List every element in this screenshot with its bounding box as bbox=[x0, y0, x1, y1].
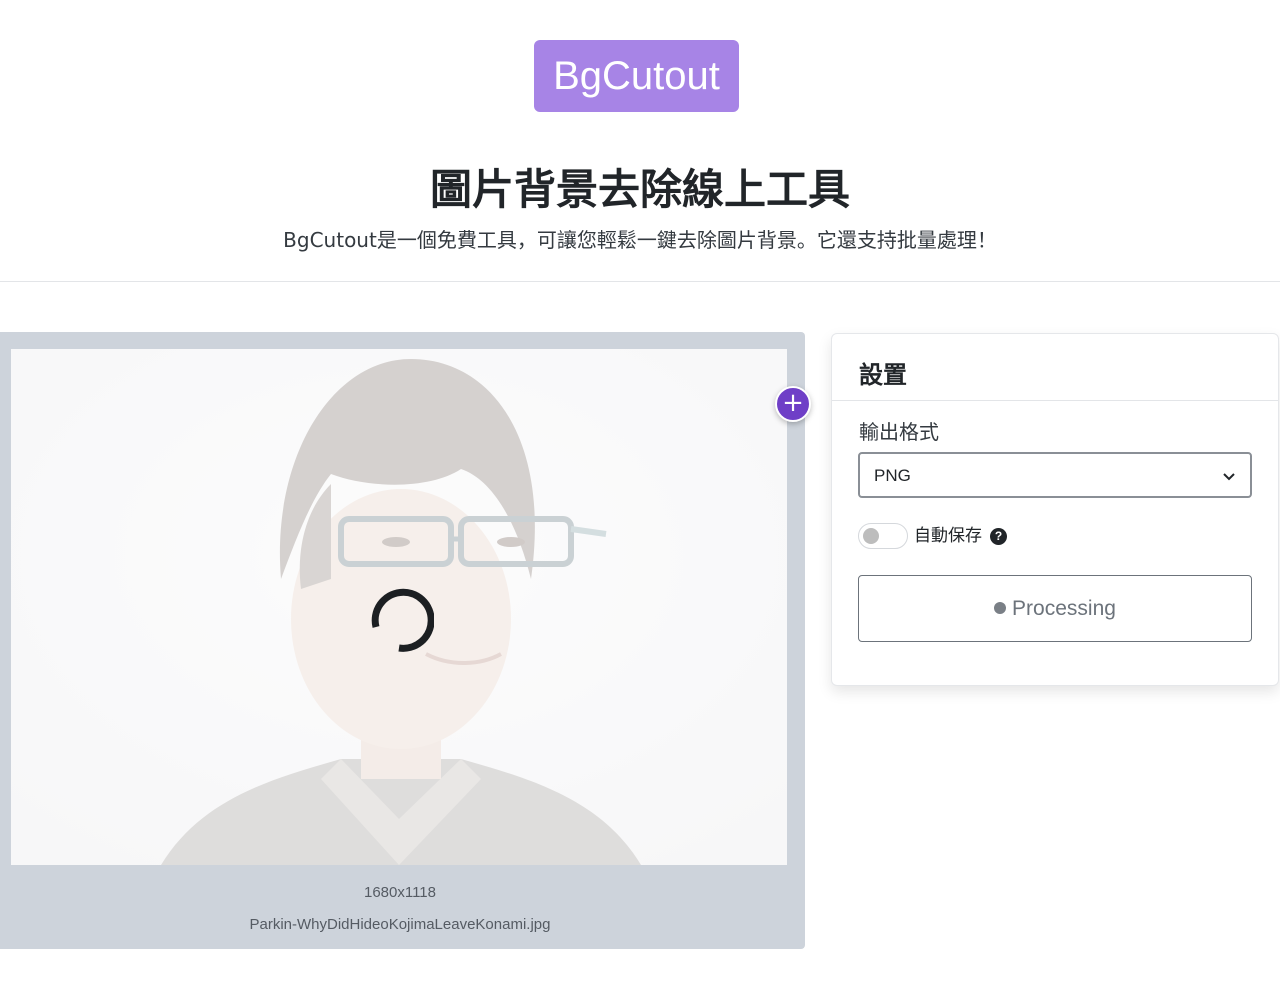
chevron-down-icon bbox=[1223, 473, 1235, 481]
page-header: BgCutout 圖片背景去除線上工具 BgCutout是一個免費工具，可讓您輕… bbox=[0, 0, 1280, 282]
loading-spinner-icon bbox=[371, 588, 434, 652]
output-format-value: PNG bbox=[874, 466, 911, 485]
toggle-knob bbox=[863, 528, 879, 544]
auto-save-toggle[interactable] bbox=[858, 523, 908, 549]
add-image-button[interactable]: + bbox=[775, 386, 811, 422]
settings-title: 設置 bbox=[859, 361, 907, 389]
settings-divider bbox=[832, 400, 1278, 401]
auto-save-label: 自動保存 bbox=[914, 526, 982, 546]
processing-dot-icon bbox=[994, 602, 1007, 614]
process-button-label: Processing bbox=[1012, 597, 1116, 620]
page-title: 圖片背景去除線上工具 bbox=[429, 165, 850, 214]
image-dimensions: 1680x1118 bbox=[363, 884, 436, 901]
page-subtitle: BgCutout是一個免費工具，可讓您輕鬆一鍵去除圖片背景。它還支持批量處理！ bbox=[283, 228, 997, 252]
output-format-select[interactable]: PNG bbox=[858, 452, 1252, 498]
image-preview-panel: 1680x1118 Parkin-WhyDidHideoKojimaLeaveK… bbox=[0, 332, 805, 949]
uploaded-image bbox=[11, 349, 787, 865]
settings-panel: 設置 輸出格式 PNG 自動保存 ? Processing bbox=[831, 333, 1279, 686]
output-format-label: 輸出格式 bbox=[859, 420, 939, 444]
process-button[interactable]: Processing bbox=[858, 575, 1252, 642]
help-icon[interactable]: ? bbox=[990, 528, 1007, 545]
brand-logo[interactable]: BgCutout bbox=[534, 40, 739, 112]
image-filename: Parkin-WhyDidHideoKojimaLeaveKonami.jpg bbox=[249, 916, 551, 933]
